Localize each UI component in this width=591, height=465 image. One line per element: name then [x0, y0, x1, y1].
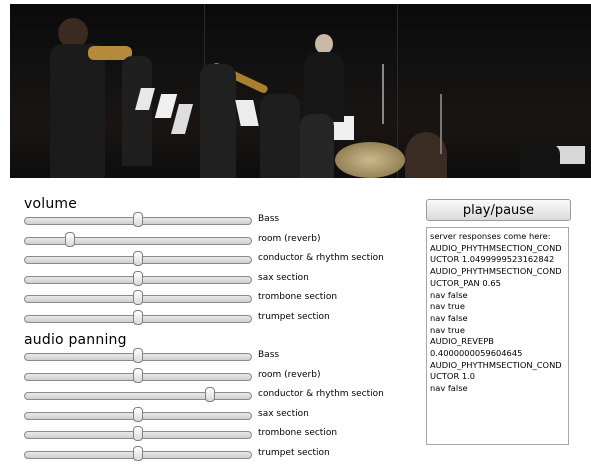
log-line: AUDIO_REVEPB: [430, 336, 494, 347]
panning-slider-thumb[interactable]: [133, 348, 143, 363]
panning-slider-label: trombone section: [258, 428, 338, 439]
play-pause-button[interactable]: play/pause: [426, 199, 571, 221]
panning-slider-thumb[interactable]: [133, 426, 143, 442]
musician-figure: [200, 64, 236, 178]
volume-slider-thumb[interactable]: [133, 290, 143, 306]
volume-slider-label: trombone section: [258, 292, 338, 303]
audio-panning-heading: audio panning: [24, 332, 127, 348]
volume-slider-thumb[interactable]: [133, 310, 143, 325]
musician-figure: [50, 44, 105, 178]
log-line: nav false: [430, 383, 468, 394]
log-line: AUDIO_PHYTHMSECTION_COND: [430, 359, 562, 370]
log-line: AUDIO_PHYTHMSECTION_COND: [430, 242, 562, 253]
panning-slider-row: room (reverb): [24, 367, 404, 387]
cymbal-shape: [335, 142, 405, 178]
panning-slider-row: trumpet section: [24, 445, 404, 465]
panning-slider-label: sax section: [258, 408, 309, 419]
panning-slider-row: trombone section: [24, 425, 404, 445]
panning-slider-label: trumpet section: [258, 448, 330, 458]
video-frame[interactable]: [10, 4, 591, 178]
volume-slider-row: trombone section: [24, 289, 404, 309]
panning-slider-thumb[interactable]: [205, 387, 215, 403]
panning-slider-thumb[interactable]: [133, 367, 143, 383]
log-line: UCTOR 1.0: [430, 371, 476, 382]
volume-slider-row: trumpet section: [24, 309, 404, 329]
panning-slider-track[interactable]: [24, 392, 252, 401]
volume-slider-thumb[interactable]: [133, 251, 143, 267]
log-line: UCTOR_PAN 0.65: [430, 277, 501, 288]
panning-slider-thumb[interactable]: [133, 406, 143, 422]
musician-figure: [520, 144, 560, 178]
musician-figure: [122, 56, 152, 166]
sheet-music: [170, 104, 194, 134]
log-line: server responses come here:: [430, 231, 551, 241]
volume-slider-row: conductor & rhythm section: [24, 250, 404, 270]
log-line: nav false: [430, 312, 468, 323]
musician-figure: [300, 114, 334, 178]
volume-slider-label: trumpet section: [258, 312, 330, 322]
sheet-music: [235, 100, 259, 126]
microphone-stand: [440, 94, 442, 154]
conductor-head: [315, 34, 333, 54]
panning-slider-label: room (reverb): [258, 369, 321, 380]
log-line: 0.4000000059604645: [430, 348, 523, 359]
volume-slider-label: conductor & rhythm section: [258, 253, 384, 264]
panning-slider-row: sax section: [24, 406, 404, 426]
volume-slider-row: sax section: [24, 270, 404, 290]
volume-heading: volume: [24, 196, 78, 212]
volume-slider-thumb[interactable]: [65, 231, 75, 247]
volume-slider-track[interactable]: [24, 236, 252, 245]
log-line: AUDIO_PHYTHMSECTION_COND: [430, 266, 562, 277]
panning-slider-thumb[interactable]: [133, 446, 143, 461]
panning-slider-row: conductor & rhythm section: [24, 386, 404, 406]
log-line: nav true: [430, 324, 465, 335]
panning-slider-label: conductor & rhythm section: [258, 389, 384, 400]
musician-figure: [260, 94, 300, 178]
volume-slider-row: Bass: [24, 211, 404, 231]
log-line: UCTOR 1.0499999523162842: [430, 254, 555, 265]
volume-slider-row: room (reverb): [24, 231, 404, 251]
panning-slider-label: Bass: [258, 350, 280, 360]
server-response-log[interactable]: server responses come here: AUDIO_PHYTHMS…: [426, 227, 569, 445]
log-line: nav true: [430, 301, 465, 312]
conductor-figure: [304, 52, 344, 122]
volume-slider-label: sax section: [258, 272, 309, 283]
volume-slider-thumb[interactable]: [133, 270, 143, 286]
log-line: nav false: [430, 289, 468, 300]
volume-slider-thumb[interactable]: [133, 212, 143, 227]
volume-slider-label: Bass: [258, 214, 280, 224]
microphone-stand: [382, 64, 384, 124]
sheet-music: [154, 94, 178, 118]
panning-slider-row: Bass: [24, 347, 404, 367]
volume-slider-label: room (reverb): [258, 233, 321, 244]
